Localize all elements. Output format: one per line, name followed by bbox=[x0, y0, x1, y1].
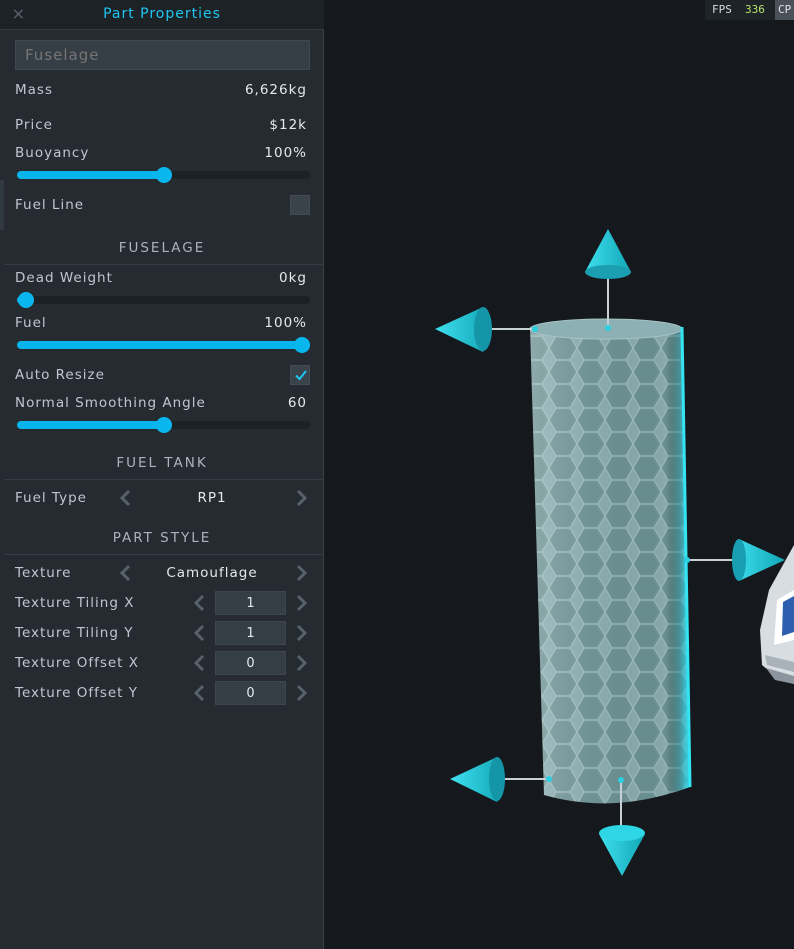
offset-x-increment-button[interactable] bbox=[292, 654, 310, 672]
fuel-type-value: RP1 bbox=[197, 490, 227, 506]
texture-tiling-x-label: Texture Tiling X bbox=[15, 595, 135, 611]
fuel-line-label: Fuel Line bbox=[15, 197, 85, 213]
fuel-label: Fuel bbox=[15, 315, 47, 331]
chevron-right-icon bbox=[296, 684, 308, 702]
buoyancy-label: Buoyancy bbox=[15, 145, 90, 161]
chevron-left-icon bbox=[119, 564, 131, 582]
section-part-style-heading: PART STYLE bbox=[112, 530, 212, 546]
dead-weight-slider-thumb[interactable] bbox=[18, 292, 34, 308]
mass-value: 6,626kg bbox=[244, 82, 307, 98]
section-fuselage-heading: FUSELAGE bbox=[118, 240, 206, 256]
fuel-type-next-button[interactable] bbox=[292, 489, 310, 507]
chevron-left-icon bbox=[193, 624, 205, 642]
chevron-right-icon bbox=[296, 624, 308, 642]
fps-counter: FPS 336 CP bbox=[705, 0, 794, 20]
translate-arrow-icon[interactable] bbox=[684, 539, 785, 581]
tiling-x-decrement-button[interactable] bbox=[191, 594, 209, 612]
buoyancy-slider[interactable] bbox=[17, 167, 310, 183]
panel-header: × Part Properties bbox=[0, 0, 324, 30]
scene-canvas[interactable] bbox=[325, 0, 794, 949]
fps-value: 336 bbox=[745, 3, 765, 16]
smoothing-angle-slider-thumb[interactable] bbox=[156, 417, 172, 433]
chevron-left-icon bbox=[193, 684, 205, 702]
tiling-y-input[interactable] bbox=[215, 621, 286, 645]
buoyancy-slider-fill bbox=[17, 171, 164, 179]
part-properties-panel: × Part Properties Mass 6,626kg Price $12… bbox=[0, 0, 324, 949]
offset-x-input[interactable] bbox=[215, 651, 286, 675]
smoothing-angle-slider[interactable] bbox=[17, 417, 310, 433]
chevron-left-icon bbox=[193, 594, 205, 612]
texture-label: Texture bbox=[15, 565, 72, 581]
fuel-line-checkbox[interactable] bbox=[290, 195, 310, 215]
fuel-value: 100% bbox=[264, 315, 307, 331]
section-divider bbox=[4, 479, 322, 480]
chevron-right-icon bbox=[296, 594, 308, 612]
chevron-right-icon bbox=[296, 564, 308, 582]
fuselage-part[interactable] bbox=[529, 318, 692, 804]
fuel-slider[interactable] bbox=[17, 337, 310, 353]
fuel-slider-fill bbox=[17, 341, 310, 349]
fuel-type-label: Fuel Type bbox=[15, 490, 87, 506]
auto-resize-label: Auto Resize bbox=[15, 367, 105, 383]
buoyancy-slider-thumb[interactable] bbox=[156, 167, 172, 183]
texture-tiling-y-label: Texture Tiling Y bbox=[15, 625, 134, 641]
panel-title: Part Properties bbox=[103, 6, 221, 22]
checkmark-icon bbox=[295, 370, 307, 381]
texture-prev-button[interactable] bbox=[117, 564, 135, 582]
chevron-left-icon bbox=[119, 489, 131, 507]
texture-offset-y-label: Texture Offset Y bbox=[15, 685, 139, 701]
dead-weight-value: 0kg bbox=[279, 270, 307, 286]
chevron-right-icon bbox=[296, 654, 308, 672]
fuel-type-prev-button[interactable] bbox=[117, 489, 135, 507]
dead-weight-label: Dead Weight bbox=[15, 270, 113, 286]
tiling-y-increment-button[interactable] bbox=[292, 624, 310, 642]
section-fuel-tank-heading: FUEL TANK bbox=[116, 455, 208, 471]
panel-resize-strip[interactable] bbox=[0, 180, 4, 230]
smoothing-angle-value: 60 bbox=[287, 395, 307, 411]
tiling-x-increment-button[interactable] bbox=[292, 594, 310, 612]
texture-value: Camouflage bbox=[166, 565, 258, 581]
offset-x-decrement-button[interactable] bbox=[191, 654, 209, 672]
offset-y-input[interactable] bbox=[215, 681, 286, 705]
texture-next-button[interactable] bbox=[292, 564, 310, 582]
tiling-x-input[interactable] bbox=[215, 591, 286, 615]
translate-arrow-icon[interactable] bbox=[585, 229, 631, 331]
auto-resize-checkbox[interactable] bbox=[290, 365, 310, 385]
buoyancy-value: 100% bbox=[264, 145, 307, 161]
fps-label: FPS bbox=[712, 3, 732, 16]
offset-y-decrement-button[interactable] bbox=[191, 684, 209, 702]
chevron-right-icon bbox=[296, 489, 308, 507]
mass-label: Mass bbox=[15, 82, 53, 98]
fuel-slider-thumb[interactable] bbox=[294, 337, 310, 353]
tiling-y-decrement-button[interactable] bbox=[191, 624, 209, 642]
cp-label: CP bbox=[775, 0, 794, 20]
dead-weight-slider[interactable] bbox=[17, 292, 310, 308]
price-value: $12k bbox=[269, 117, 307, 133]
section-divider bbox=[4, 554, 322, 555]
texture-offset-x-label: Texture Offset X bbox=[15, 655, 140, 671]
translate-arrow-icon[interactable] bbox=[450, 757, 552, 802]
chevron-left-icon bbox=[193, 654, 205, 672]
smoothing-angle-label: Normal Smoothing Angle bbox=[15, 395, 206, 411]
section-divider bbox=[4, 264, 322, 265]
smoothing-angle-slider-fill bbox=[17, 421, 164, 429]
translate-arrow-icon[interactable] bbox=[435, 307, 538, 352]
price-label: Price bbox=[15, 117, 53, 133]
part-name-input[interactable] bbox=[15, 40, 310, 70]
3d-viewport[interactable] bbox=[325, 0, 794, 949]
offset-y-increment-button[interactable] bbox=[292, 684, 310, 702]
